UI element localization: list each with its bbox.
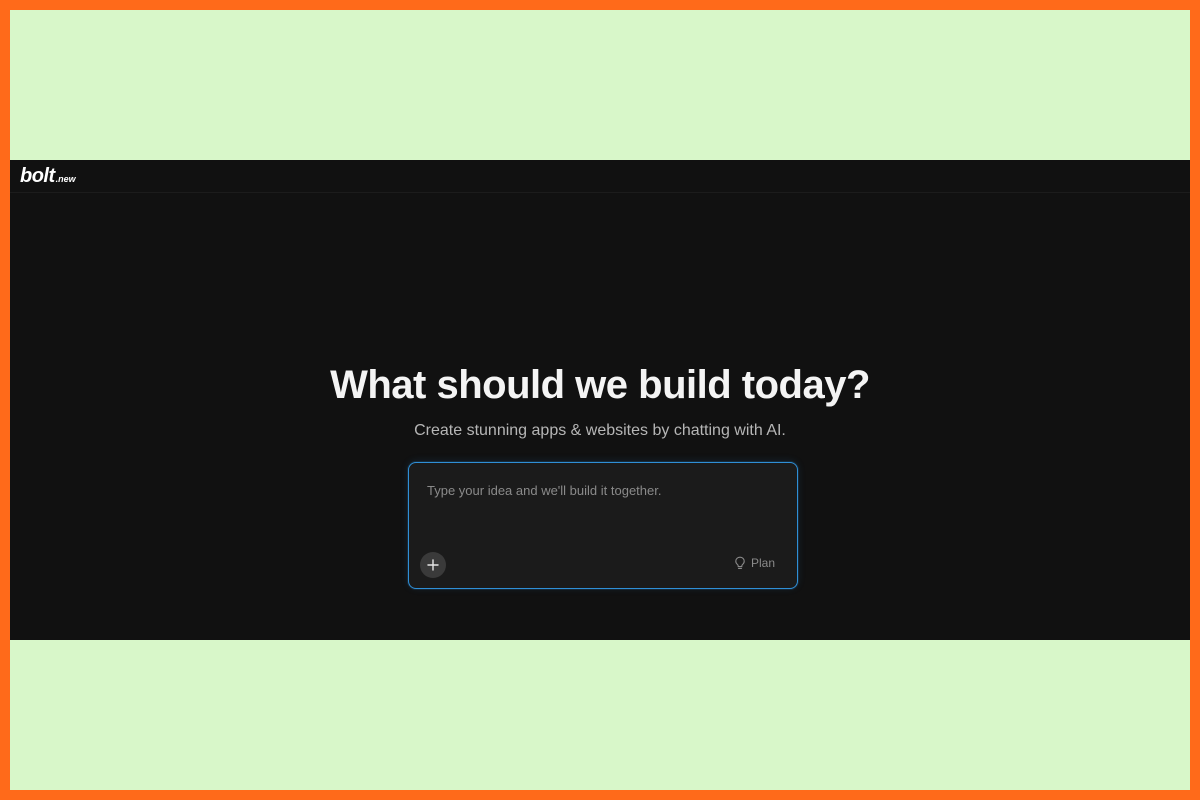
app-window: bolt .new What should we build today? Cr… (10, 160, 1190, 640)
add-attachment-button[interactable] (420, 552, 446, 578)
bolt-logo[interactable]: bolt .new (20, 165, 76, 188)
page-title: What should we build today? (330, 363, 870, 407)
plan-label: Plan (750, 556, 775, 570)
logo-main-text: bolt (20, 164, 55, 187)
hero-section: What should we build today? Create stunn… (10, 363, 1190, 440)
top-bar: bolt .new (10, 160, 1190, 193)
plan-button[interactable]: Plan (734, 556, 775, 570)
lightbulb-icon (735, 556, 745, 569)
plus-icon (427, 559, 439, 571)
page-subtitle: Create stunning apps & websites by chatt… (414, 422, 786, 439)
logo-sub-text: .new (55, 173, 76, 184)
prompt-box[interactable]: Plan (408, 462, 798, 589)
prompt-input[interactable] (427, 483, 777, 498)
